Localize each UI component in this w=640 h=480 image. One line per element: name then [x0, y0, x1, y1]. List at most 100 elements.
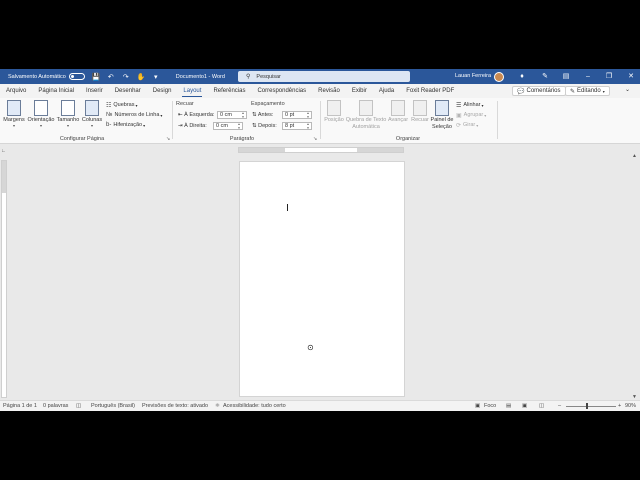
breaks-button[interactable]: ☷ Quebras ▾ — [106, 101, 138, 109]
restore-icon[interactable]: ❐ — [604, 69, 614, 84]
tab-foxit-reader-pdf[interactable]: Foxit Reader PDF — [400, 84, 460, 98]
hyphenation-button[interactable]: b‑ Hifenização ▾ — [106, 121, 145, 129]
vertical-ruler[interactable] — [1, 160, 7, 398]
comments-label: Comentários — [526, 88, 561, 94]
read-mode-icon[interactable]: ▤ — [506, 401, 511, 411]
rotate-label: Girar — [463, 122, 476, 128]
horizontal-ruler[interactable] — [238, 147, 404, 153]
align-icon: ☰ — [456, 102, 462, 109]
bring-forward-button[interactable]: Avançar — [387, 100, 409, 123]
tab-revisao[interactable]: Revisão — [312, 84, 346, 98]
accessibility-icon: ⚛ — [215, 403, 220, 409]
undo-icon[interactable]: ↶ — [107, 73, 115, 81]
size-button[interactable]: Tamanho ▾ — [56, 100, 80, 128]
scroll-up-icon[interactable]: ▲ — [632, 153, 637, 159]
vertical-scrollbar[interactable]: ▲ ▼ — [632, 153, 639, 400]
tab-referencias[interactable]: Referências — [207, 84, 251, 98]
title-bar: Salvamento Automático 💾 ↶ ↷ ✋ ▾ Document… — [0, 69, 640, 84]
dialog-launcher-icon[interactable]: ↘ — [166, 136, 170, 142]
breaks-icon: ☷ — [106, 102, 112, 109]
document-title: Documento1 - Word — [175, 73, 225, 80]
ribbon-display-icon[interactable]: ▤ — [561, 69, 571, 84]
web-layout-icon[interactable]: ◫ — [539, 401, 544, 411]
zoom-out-icon[interactable]: – — [558, 401, 561, 411]
tab-layout[interactable]: Layout — [177, 84, 207, 98]
spacing-title: Espaçamento — [251, 101, 285, 107]
proofing-icon[interactable]: ◫ — [76, 401, 81, 411]
selection-pane-icon — [435, 100, 449, 116]
zoom-slider[interactable] — [566, 406, 616, 407]
spacing-after-field[interactable]: 8 pt — [282, 122, 312, 130]
indent-left-icon: ⇤ — [178, 112, 183, 118]
zoom-slider-thumb[interactable] — [586, 403, 588, 409]
redo-icon[interactable]: ↷ — [122, 73, 130, 81]
spacing-before-field[interactable]: 0 pt — [282, 111, 312, 119]
print-layout-icon[interactable]: ▣ — [522, 401, 527, 411]
margins-icon — [7, 100, 21, 116]
chevron-down-icon: ▾ — [160, 112, 163, 118]
pen-icon[interactable]: ✎ — [540, 69, 550, 84]
search-input[interactable]: ⚲ Pesquisar — [238, 71, 410, 82]
margins-button[interactable]: Margens ▾ — [3, 100, 25, 128]
spacing-before-icon: ⇅ — [252, 112, 257, 118]
word-count[interactable]: 0 palavras — [43, 401, 68, 411]
save-icon[interactable]: 💾 — [92, 73, 101, 81]
chevron-down-icon: ▾ — [90, 123, 93, 128]
tab-desenhar[interactable]: Desenhar — [109, 84, 147, 98]
comments-button[interactable]: 💬 Comentários — [512, 86, 566, 96]
columns-button[interactable]: Colunas ▾ — [81, 100, 103, 128]
accessibility-status[interactable]: Acessibilidade: tudo certo — [223, 401, 286, 411]
tab-exibir[interactable]: Exibir — [346, 84, 373, 98]
comment-icon: 💬 — [517, 88, 525, 95]
tab-inserir[interactable]: Inserir — [80, 84, 109, 98]
focus-button[interactable]: Foco — [484, 401, 496, 411]
chevron-down-icon: ▾ — [484, 112, 487, 118]
ruler-toggle-icon[interactable]: ∟ — [1, 148, 6, 154]
tab-arquivo[interactable]: Arquivo — [0, 84, 32, 98]
spacing-before-label: ⇅ Antes: — [252, 112, 274, 118]
wrap-text-button[interactable]: Quebra de Texto Automática — [345, 100, 387, 130]
tab-ajuda[interactable]: Ajuda — [373, 84, 400, 98]
minimize-icon[interactable]: – — [583, 69, 593, 84]
zoom-level[interactable]: 90% — [625, 401, 636, 411]
status-bar: Página 1 de 1 0 palavras ◫ Português (Br… — [0, 400, 640, 411]
line-numbers-button[interactable]: № Números de Linha ▾ — [106, 111, 162, 119]
touch-mode-icon[interactable]: ✋ — [137, 73, 146, 81]
align-button[interactable]: ☰ Alinhar ▾ — [456, 101, 484, 109]
group-divider — [497, 101, 498, 139]
dialog-launcher-icon[interactable]: ↘ — [313, 136, 317, 142]
indent-title: Recuar — [176, 101, 194, 107]
close-icon[interactable]: ✕ — [626, 69, 636, 84]
send-backward-icon — [413, 100, 427, 116]
send-backward-button[interactable]: Recuar — [409, 100, 431, 123]
language-status[interactable]: Português (Brasil) — [91, 401, 135, 411]
autosave-toggle[interactable] — [68, 73, 85, 80]
ruler-left-margin — [239, 148, 285, 152]
indent-left-field[interactable]: 0 cm — [217, 111, 247, 119]
indent-right-field[interactable]: 0 cm — [213, 122, 243, 130]
rewards-icon[interactable]: ♦ — [517, 69, 527, 84]
avatar[interactable] — [494, 72, 504, 82]
line-numbers-icon: № — [106, 112, 113, 118]
tab-design[interactable]: Design — [147, 84, 178, 98]
user-name[interactable]: Lauan Ferreira — [455, 69, 491, 84]
rotate-button[interactable]: ⟳ Girar ▾ — [456, 121, 478, 129]
document-page[interactable] — [239, 161, 405, 397]
editing-mode-button[interactable]: ✎ Editando ▾ — [565, 86, 610, 96]
spacing-after-label: ⇅ Depois: — [252, 123, 277, 129]
chevron-down-icon[interactable]: ⌄ — [625, 86, 630, 93]
zoom-in-icon[interactable]: + — [618, 401, 621, 411]
tab-correspondencias[interactable]: Correspondências — [251, 84, 312, 98]
page-setup-group-label: Configurar Página — [59, 136, 105, 142]
text-predictions-status[interactable]: Previsões de texto: ativado — [142, 401, 208, 411]
page-count[interactable]: Página 1 de 1 — [3, 401, 37, 411]
group-button[interactable]: ▣ Agrupar ▾ — [456, 111, 486, 119]
indent-right-icon: ⇥ — [178, 123, 183, 129]
chevron-down-icon: ▾ — [143, 122, 146, 128]
selection-pane-button[interactable]: Painel de Seleção — [430, 100, 454, 130]
tab-pagina-inicial[interactable]: Página Inicial — [32, 84, 80, 98]
customize-quick-access-icon[interactable]: ▾ — [152, 73, 160, 81]
position-button[interactable]: Posição — [323, 100, 345, 123]
bring-forward-icon — [391, 100, 405, 116]
orientation-button[interactable]: Orientação ▾ — [27, 100, 55, 128]
